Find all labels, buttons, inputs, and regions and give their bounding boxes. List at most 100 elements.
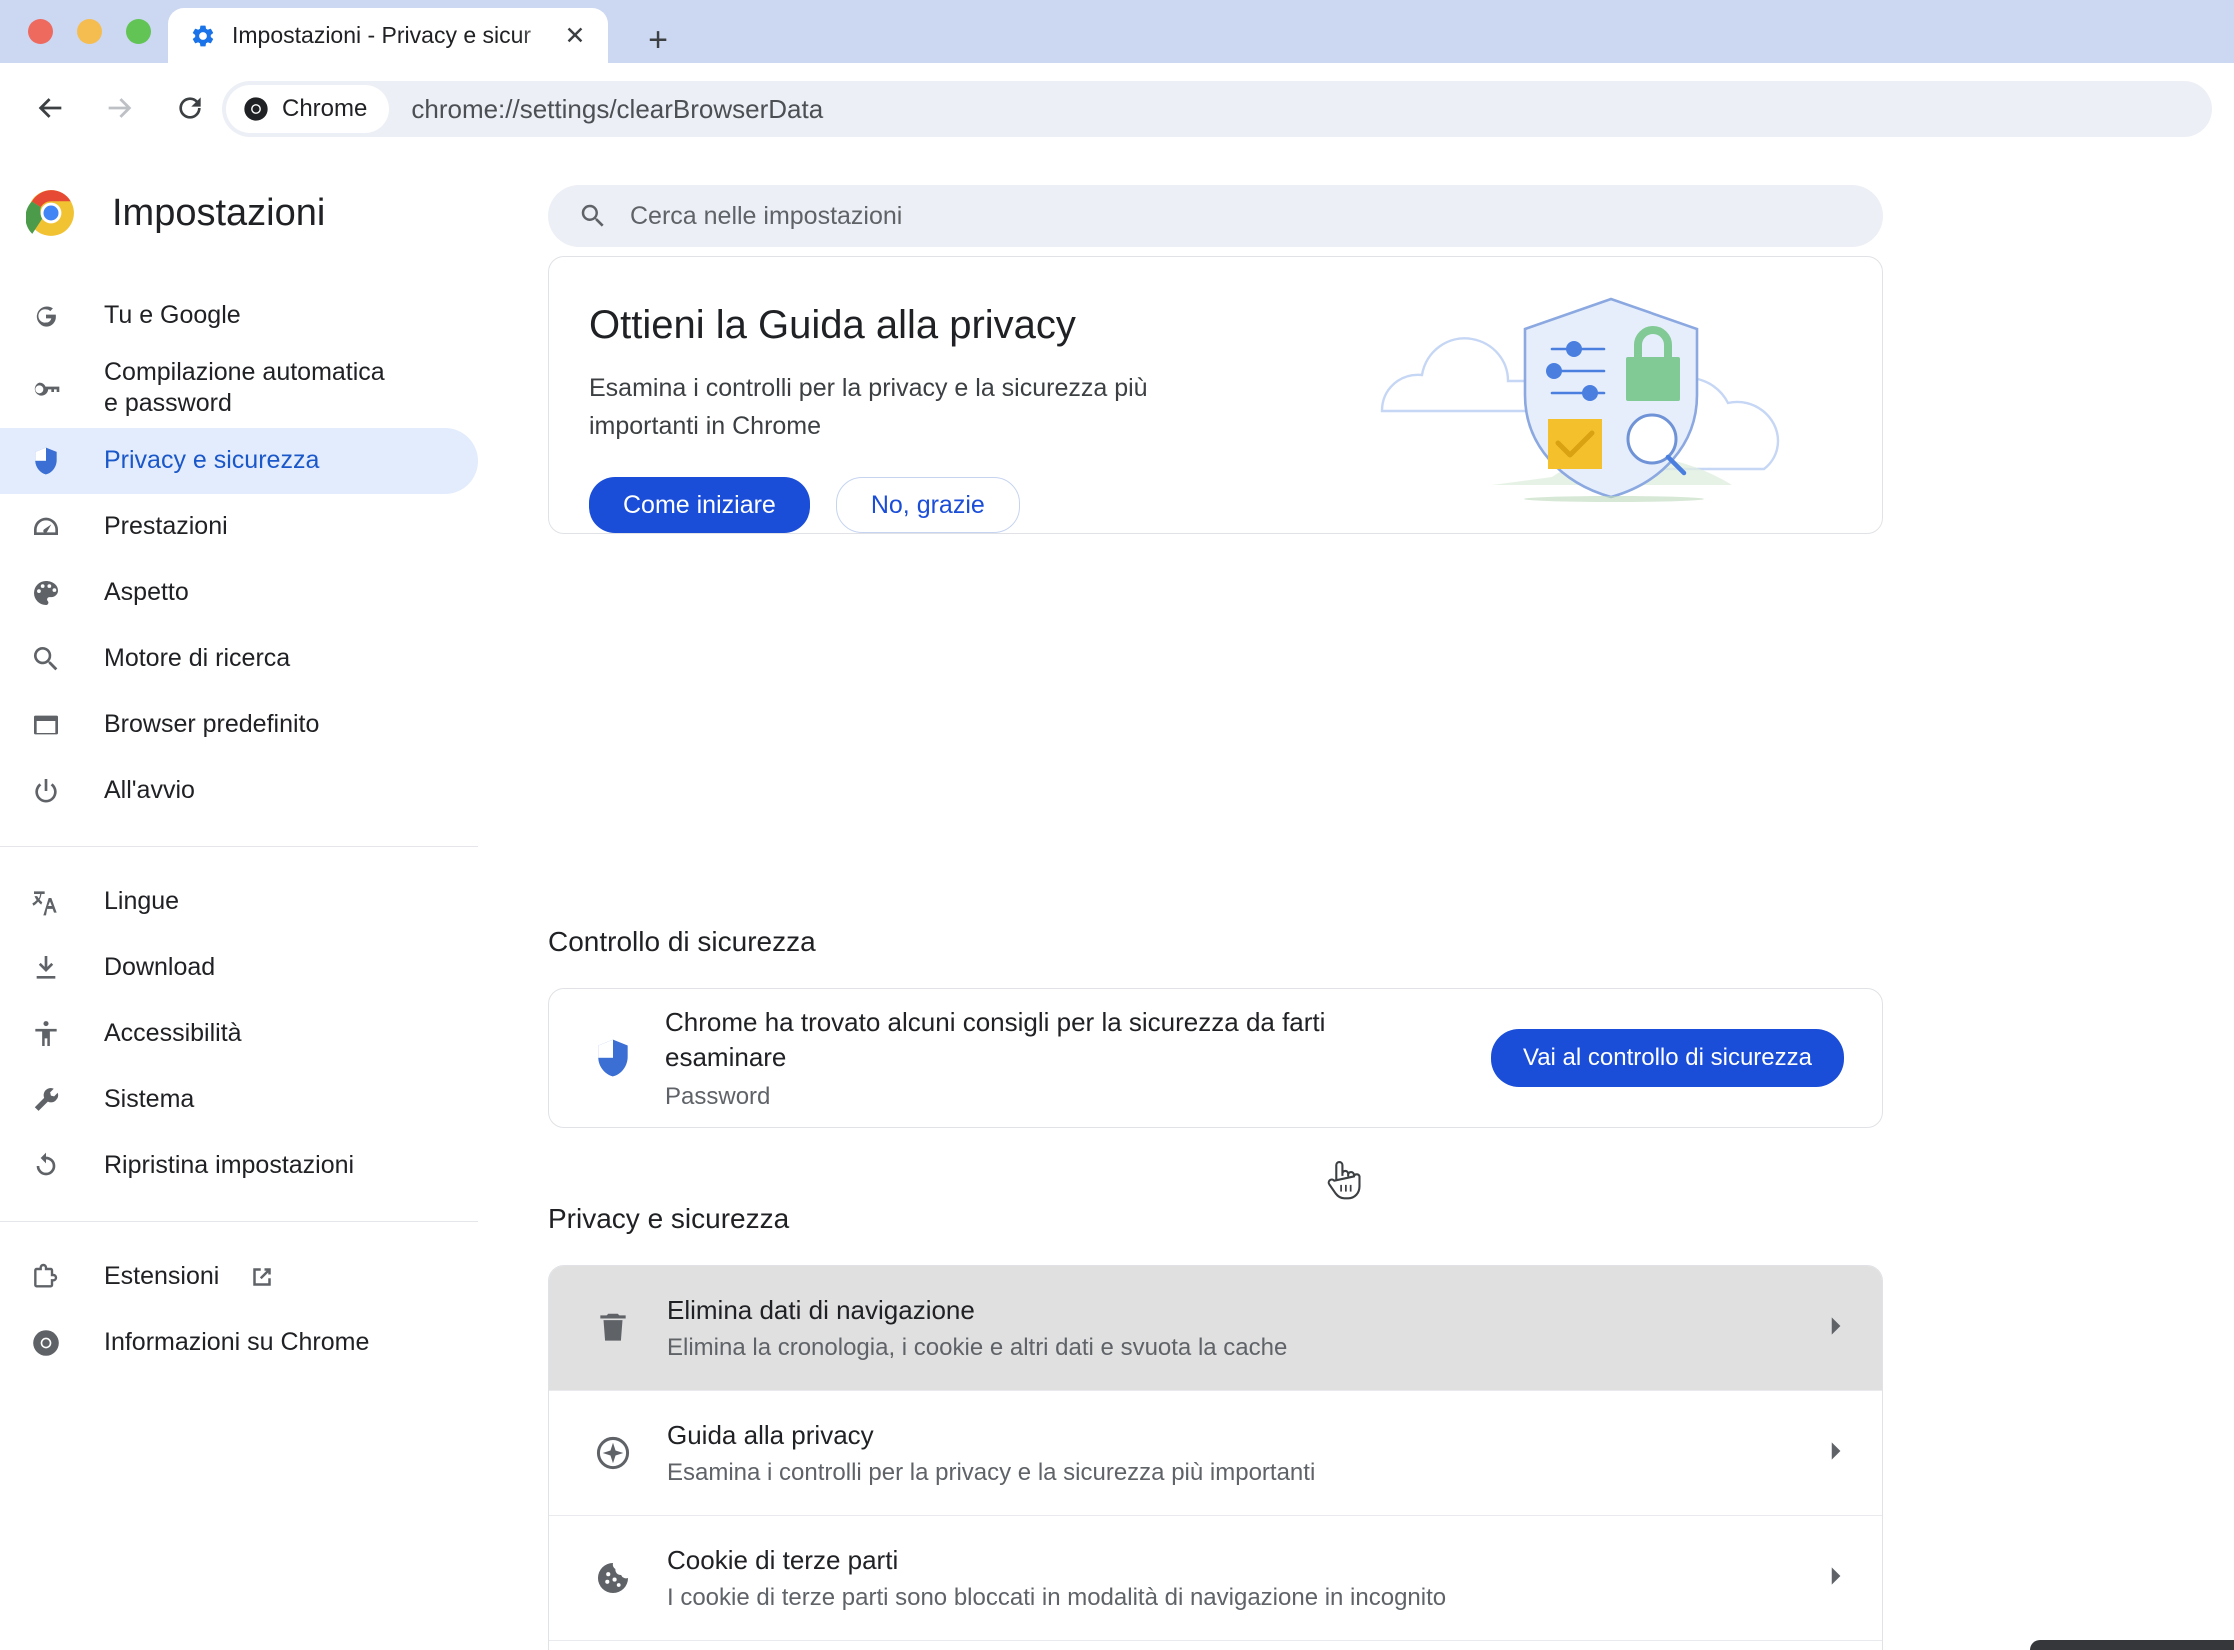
close-tab-button[interactable]: ✕ [558, 19, 592, 53]
external-link-icon [247, 1262, 277, 1292]
chevron-right-icon [1822, 1563, 1848, 1594]
sidebar-item-label: Lingue [104, 886, 180, 915]
promo-actions: Come iniziare No, grazie [589, 477, 1249, 533]
sidebar-item-estensioni[interactable]: Estensioni [0, 1244, 478, 1310]
forward-button[interactable] [92, 80, 148, 136]
puzzle-icon [26, 1261, 66, 1293]
privacy-shield-illustration [1380, 297, 1780, 502]
browser-toolbar: Chrome chrome://settings/clearBrowserDat… [0, 63, 2234, 153]
sidebar-item-lingue[interactable]: Lingue [0, 869, 478, 935]
settings-sidebar: Impostazioni Tu e Google Compilazione au… [0, 153, 478, 1650]
gear-icon [192, 25, 214, 46]
search-input[interactable]: Cerca nelle impostazioni [548, 185, 1883, 247]
page-title: Impostazioni [112, 191, 326, 234]
sidebar-item-download[interactable]: Download [0, 935, 478, 1001]
minimize-window-button[interactable] [77, 19, 102, 44]
close-window-button[interactable] [28, 19, 53, 44]
sidebar-item-label: Aspetto [104, 577, 189, 606]
zoom-window-button[interactable] [126, 19, 151, 44]
browser-tab[interactable]: Impostazioni - Privacy e sicur ✕ [168, 8, 608, 63]
start-guide-button[interactable]: Come iniziare [589, 477, 810, 533]
sidebar-item-accessibilita[interactable]: Accessibilità [0, 1001, 478, 1067]
sidebar-divider [0, 845, 478, 847]
list-item-cookie-di-terze-parti[interactable]: Cookie di terze parti I cookie di terze … [549, 1516, 1882, 1641]
chrome-icon [244, 97, 268, 121]
wrench-icon [26, 1084, 66, 1116]
sidebar-item-ripristina-impostazioni[interactable]: Ripristina impostazioni [0, 1133, 478, 1199]
sidebar-item-prestazioni[interactable]: Prestazioni [0, 494, 478, 560]
sidebar-item-label: Motore di ricerca [104, 643, 291, 672]
trash-icon [587, 1309, 639, 1347]
chevron-right-icon [1822, 1438, 1848, 1469]
status-bubble [2030, 1640, 2234, 1650]
promo-description: Esamina i controlli per la privacy e la … [589, 374, 1148, 440]
sidebar-item-label: All'avvio [104, 775, 195, 804]
search-placeholder: Cerca nelle impostazioni [630, 201, 903, 230]
site-chip-label: Chrome [282, 95, 368, 122]
sidebar-item-label: Ripristina impostazioni [104, 1150, 355, 1179]
list-item-guida-alla-privacy[interactable]: Guida alla privacy Esamina i controlli p… [549, 1391, 1882, 1516]
sidebar-item-label: Accessibilità [104, 1018, 242, 1047]
promo-text: Ottieni la Guida alla privacy Esamina i … [549, 257, 1249, 533]
list-item-subtitle: I cookie di terze parti sono bloccati in… [667, 1583, 1447, 1611]
new-tab-button[interactable]: + [636, 18, 680, 62]
sidebar-item-label: Prestazioni [104, 511, 228, 540]
safety-check-headline: Chrome ha trovato alcuni consigli per la… [665, 1006, 1326, 1072]
download-icon [26, 952, 66, 984]
browser-window: Impostazioni - Privacy e sicur ✕ + Chrom… [0, 0, 2234, 1650]
reload-button[interactable] [162, 80, 218, 136]
google-g-icon [26, 300, 66, 332]
sidebar-item-sistema[interactable]: Sistema [0, 1067, 478, 1133]
sidebar-item-compilazione-automatica[interactable]: Compilazione automatica e password [0, 349, 478, 428]
sidebar-item-label: Compilazione automatica e password [104, 358, 385, 418]
chrome-logo-icon [26, 190, 74, 236]
dismiss-guide-button[interactable]: No, grazie [835, 477, 1020, 533]
sidebar-item-label: Sistema [104, 1084, 195, 1113]
list-item-privacy-per-gli-annunci[interactable]: Privacy per gli annunci Personalizza le … [549, 1641, 1882, 1650]
url-text: chrome://settings/clearBrowserData [411, 93, 824, 124]
sidebar-item-motore-di-ricerca[interactable]: Motore di ricerca [0, 626, 478, 692]
sidebar-item-informazioni-su-chrome[interactable]: Informazioni su Chrome [0, 1310, 478, 1376]
safety-check-text: Chrome ha trovato alcuni consigli per la… [665, 1005, 1491, 1111]
palette-icon [26, 577, 66, 609]
sidebar-item-label: Tu e Google [104, 301, 241, 330]
sidebar-item-tu-e-google[interactable]: Tu e Google [0, 283, 478, 349]
window-icon [26, 709, 66, 741]
settings-page: Impostazioni Tu e Google Compilazione au… [0, 153, 2234, 1650]
site-chip[interactable]: Chrome [226, 85, 390, 133]
back-button[interactable] [22, 80, 78, 136]
chrome-icon [26, 1327, 66, 1359]
compass-icon [587, 1434, 639, 1472]
sidebar-item-label: Browser predefinito [104, 709, 320, 738]
translate-icon [26, 886, 66, 918]
sidebar-item-aspetto[interactable]: Aspetto [0, 560, 478, 626]
sidebar-divider [0, 1220, 478, 1222]
shield-icon [26, 445, 66, 477]
list-item-elimina-dati-di-navigazione[interactable]: Elimina dati di navigazione Elimina la c… [549, 1266, 1882, 1391]
address-bar[interactable]: Chrome chrome://settings/clearBrowserDat… [222, 81, 2212, 137]
list-item-subtitle: Esamina i controlli per la privacy e la … [667, 1458, 1316, 1486]
promo-title: Ottieni la Guida alla privacy [589, 303, 1076, 347]
list-item-text: Cookie di terze parti I cookie di terze … [667, 1545, 1822, 1612]
sidebar-item-allavvio[interactable]: All'avvio [0, 758, 478, 824]
privacy-section-title: Privacy e sicurezza [548, 1203, 790, 1234]
privacy-settings-list: Elimina dati di navigazione Elimina la c… [548, 1265, 1883, 1650]
list-item-title: Cookie di terze parti [667, 1544, 899, 1575]
list-item-subtitle: Elimina la cronologia, i cookie e altri … [667, 1333, 1288, 1361]
settings-header: Impostazioni [0, 165, 478, 261]
sidebar-item-label: Estensioni [104, 1261, 220, 1290]
safety-check-section-title: Controllo di sicurezza [548, 926, 816, 957]
sidebar-item-label: Privacy e sicurezza [104, 445, 320, 474]
cookie-icon [587, 1559, 639, 1597]
sidebar-item-privacy-e-sicurezza[interactable]: Privacy e sicurezza [0, 427, 478, 494]
accessibility-icon [26, 1018, 66, 1050]
go-to-safety-check-button[interactable]: Vai al controllo di sicurezza [1490, 1029, 1844, 1087]
list-item-text: Elimina dati di navigazione Elimina la c… [667, 1295, 1822, 1362]
tab-title: Impostazioni - Privacy e sicur [232, 22, 532, 48]
settings-content: Cerca nelle impostazioni Ottieni la Guid… [478, 153, 2234, 1650]
safety-check-subtext: Password [665, 1083, 771, 1111]
privacy-guide-promo-card: Ottieni la Guida alla privacy Esamina i … [548, 256, 1883, 534]
key-icon [26, 372, 66, 404]
search-icon [26, 643, 66, 675]
sidebar-item-browser-predefinito[interactable]: Browser predefinito [0, 692, 478, 758]
